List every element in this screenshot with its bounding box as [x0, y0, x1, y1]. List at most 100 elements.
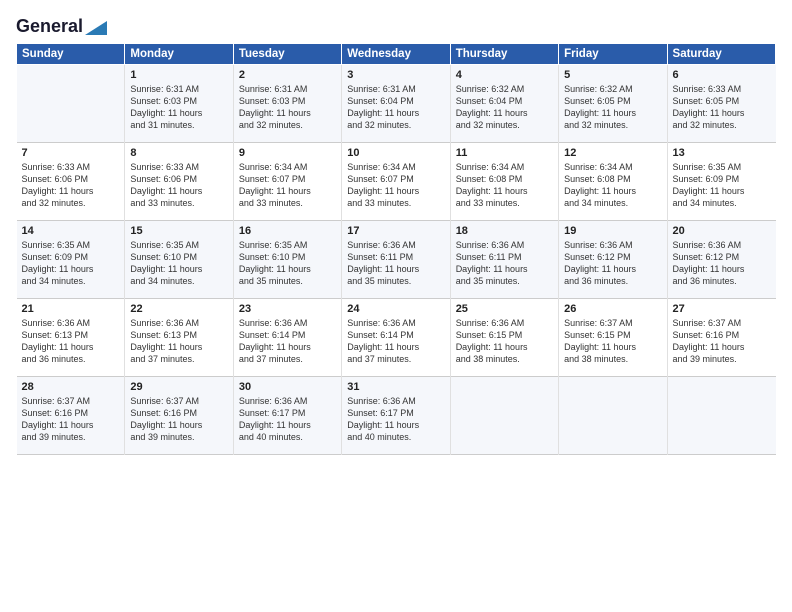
header: General — [16, 16, 776, 33]
day-number: 20 — [673, 225, 771, 237]
day-number: 16 — [239, 225, 336, 237]
calendar-cell: 25 Sunrise: 6:36 AM Sunset: 6:15 PM Dayli… — [450, 299, 558, 377]
calendar-week-row: 21 Sunrise: 6:36 AM Sunset: 6:13 PM Dayli… — [17, 299, 776, 377]
calendar-cell: 24 Sunrise: 6:36 AM Sunset: 6:14 PM Dayli… — [342, 299, 450, 377]
day-number: 10 — [347, 147, 444, 159]
cell-content: Sunrise: 6:37 AM Sunset: 6:16 PM Dayligh… — [22, 395, 120, 444]
cell-content: Sunrise: 6:36 AM Sunset: 6:17 PM Dayligh… — [347, 395, 444, 444]
calendar-cell: 12 Sunrise: 6:34 AM Sunset: 6:08 PM Dayli… — [559, 143, 667, 221]
calendar-cell: 22 Sunrise: 6:36 AM Sunset: 6:13 PM Dayli… — [125, 299, 233, 377]
logo-icon — [85, 21, 107, 35]
day-number: 25 — [456, 303, 553, 315]
calendar-cell: 6Sunrise: 6:33 AM Sunset: 6:05 PM Daylig… — [667, 65, 775, 143]
calendar-cell: 30Sunrise: 6:36 AM Sunset: 6:17 PM Dayli… — [233, 377, 341, 455]
cell-content: Sunrise: 6:34 AM Sunset: 6:07 PM Dayligh… — [239, 161, 336, 210]
calendar-cell: 15 Sunrise: 6:35 AM Sunset: 6:10 PM Dayli… — [125, 221, 233, 299]
weekday-header-thursday: Thursday — [450, 44, 558, 65]
day-number: 24 — [347, 303, 444, 315]
cell-content: Sunrise: 6:36 AM Sunset: 6:11 PM Dayligh… — [456, 239, 553, 288]
calendar-cell: 27 Sunrise: 6:37 AM Sunset: 6:16 PM Dayli… — [667, 299, 775, 377]
cell-content: Sunrise: 6:31 AM Sunset: 6:04 PM Dayligh… — [347, 83, 444, 132]
calendar-cell: 11Sunrise: 6:34 AM Sunset: 6:08 PM Dayli… — [450, 143, 558, 221]
day-number: 23 — [239, 303, 336, 315]
weekday-header-wednesday: Wednesday — [342, 44, 450, 65]
calendar-cell: 9 Sunrise: 6:34 AM Sunset: 6:07 PM Daylig… — [233, 143, 341, 221]
weekday-header-saturday: Saturday — [667, 44, 775, 65]
calendar-week-row: 14Sunrise: 6:35 AM Sunset: 6:09 PM Dayli… — [17, 221, 776, 299]
day-number: 19 — [564, 225, 661, 237]
day-number: 3 — [347, 69, 444, 81]
cell-content: Sunrise: 6:36 AM Sunset: 6:17 PM Dayligh… — [239, 395, 336, 444]
calendar-cell: 10Sunrise: 6:34 AM Sunset: 6:07 PM Dayli… — [342, 143, 450, 221]
cell-content: Sunrise: 6:37 AM Sunset: 6:16 PM Dayligh… — [673, 317, 771, 366]
calendar-cell: 28 Sunrise: 6:37 AM Sunset: 6:16 PM Dayli… — [17, 377, 125, 455]
day-number: 15 — [130, 225, 227, 237]
weekday-header-tuesday: Tuesday — [233, 44, 341, 65]
calendar-cell — [559, 377, 667, 455]
day-number: 4 — [456, 69, 553, 81]
page-container: General SundayMondayTuesdayWednesdayThur… — [0, 0, 792, 612]
day-number: 7 — [22, 147, 120, 159]
day-number: 31 — [347, 381, 444, 393]
cell-content: Sunrise: 6:31 AM Sunset: 6:03 PM Dayligh… — [130, 83, 227, 132]
day-number: 22 — [130, 303, 227, 315]
calendar-cell: 4 Sunrise: 6:32 AM Sunset: 6:04 PM Daylig… — [450, 65, 558, 143]
calendar-cell: 19 Sunrise: 6:36 AM Sunset: 6:12 PM Dayli… — [559, 221, 667, 299]
calendar-cell — [450, 377, 558, 455]
calendar-cell: 7 Sunrise: 6:33 AM Sunset: 6:06 PM Daylig… — [17, 143, 125, 221]
calendar-cell: 13Sunrise: 6:35 AM Sunset: 6:09 PM Dayli… — [667, 143, 775, 221]
cell-content: Sunrise: 6:36 AM Sunset: 6:12 PM Dayligh… — [673, 239, 771, 288]
calendar-cell: 1 Sunrise: 6:31 AM Sunset: 6:03 PM Daylig… — [125, 65, 233, 143]
calendar-cell: 31 Sunrise: 6:36 AM Sunset: 6:17 PM Dayli… — [342, 377, 450, 455]
cell-content: Sunrise: 6:31 AM Sunset: 6:03 PM Dayligh… — [239, 83, 336, 132]
calendar-cell: 8 Sunrise: 6:33 AM Sunset: 6:06 PM Daylig… — [125, 143, 233, 221]
day-number: 28 — [22, 381, 120, 393]
logo-general: General — [16, 16, 83, 37]
cell-content: Sunrise: 6:36 AM Sunset: 6:13 PM Dayligh… — [130, 317, 227, 366]
cell-content: Sunrise: 6:36 AM Sunset: 6:14 PM Dayligh… — [239, 317, 336, 366]
cell-content: Sunrise: 6:33 AM Sunset: 6:06 PM Dayligh… — [130, 161, 227, 210]
day-number: 21 — [22, 303, 120, 315]
cell-content: Sunrise: 6:35 AM Sunset: 6:10 PM Dayligh… — [130, 239, 227, 288]
cell-content: Sunrise: 6:35 AM Sunset: 6:09 PM Dayligh… — [22, 239, 120, 288]
calendar-week-row: 28 Sunrise: 6:37 AM Sunset: 6:16 PM Dayli… — [17, 377, 776, 455]
day-number: 18 — [456, 225, 553, 237]
day-number: 26 — [564, 303, 661, 315]
weekday-header-monday: Monday — [125, 44, 233, 65]
cell-content: Sunrise: 6:32 AM Sunset: 6:04 PM Dayligh… — [456, 83, 553, 132]
calendar-cell: 2 Sunrise: 6:31 AM Sunset: 6:03 PM Daylig… — [233, 65, 341, 143]
day-number: 12 — [564, 147, 661, 159]
calendar-cell: 17 Sunrise: 6:36 AM Sunset: 6:11 PM Dayli… — [342, 221, 450, 299]
calendar-cell — [17, 65, 125, 143]
weekday-header-row: SundayMondayTuesdayWednesdayThursdayFrid… — [17, 44, 776, 65]
calendar-cell: 29Sunrise: 6:37 AM Sunset: 6:16 PM Dayli… — [125, 377, 233, 455]
cell-content: Sunrise: 6:36 AM Sunset: 6:15 PM Dayligh… — [456, 317, 553, 366]
day-number: 2 — [239, 69, 336, 81]
day-number: 9 — [239, 147, 336, 159]
calendar-cell: 3 Sunrise: 6:31 AM Sunset: 6:04 PM Daylig… — [342, 65, 450, 143]
calendar-cell: 26 Sunrise: 6:37 AM Sunset: 6:15 PM Dayli… — [559, 299, 667, 377]
calendar-cell: 16 Sunrise: 6:35 AM Sunset: 6:10 PM Dayli… — [233, 221, 341, 299]
calendar-week-row: 7 Sunrise: 6:33 AM Sunset: 6:06 PM Daylig… — [17, 143, 776, 221]
day-number: 13 — [673, 147, 771, 159]
cell-content: Sunrise: 6:36 AM Sunset: 6:14 PM Dayligh… — [347, 317, 444, 366]
cell-content: Sunrise: 6:33 AM Sunset: 6:06 PM Dayligh… — [22, 161, 120, 210]
calendar-table: SundayMondayTuesdayWednesdayThursdayFrid… — [16, 43, 776, 455]
cell-content: Sunrise: 6:36 AM Sunset: 6:11 PM Dayligh… — [347, 239, 444, 288]
day-number: 27 — [673, 303, 771, 315]
cell-content: Sunrise: 6:35 AM Sunset: 6:10 PM Dayligh… — [239, 239, 336, 288]
calendar-cell: 20 Sunrise: 6:36 AM Sunset: 6:12 PM Dayli… — [667, 221, 775, 299]
logo: General — [16, 16, 107, 33]
cell-content: Sunrise: 6:36 AM Sunset: 6:12 PM Dayligh… — [564, 239, 661, 288]
day-number: 29 — [130, 381, 227, 393]
day-number: 17 — [347, 225, 444, 237]
day-number: 8 — [130, 147, 227, 159]
weekday-header-friday: Friday — [559, 44, 667, 65]
calendar-cell: 14Sunrise: 6:35 AM Sunset: 6:09 PM Dayli… — [17, 221, 125, 299]
day-number: 1 — [130, 69, 227, 81]
calendar-cell: 5Sunrise: 6:32 AM Sunset: 6:05 PM Daylig… — [559, 65, 667, 143]
cell-content: Sunrise: 6:34 AM Sunset: 6:08 PM Dayligh… — [564, 161, 661, 210]
calendar-cell: 18 Sunrise: 6:36 AM Sunset: 6:11 PM Dayli… — [450, 221, 558, 299]
calendar-cell: 21Sunrise: 6:36 AM Sunset: 6:13 PM Dayli… — [17, 299, 125, 377]
cell-content: Sunrise: 6:37 AM Sunset: 6:15 PM Dayligh… — [564, 317, 661, 366]
